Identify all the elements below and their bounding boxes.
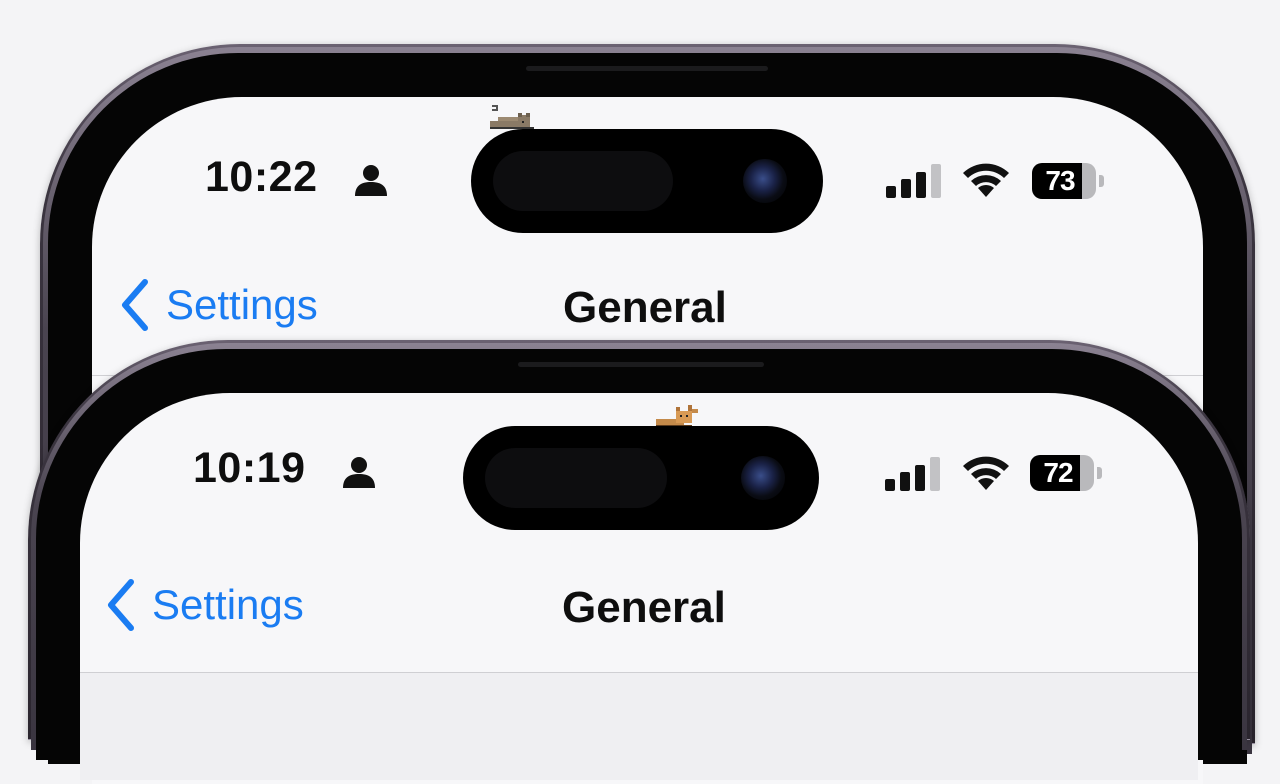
chevron-left-icon	[108, 579, 134, 631]
battery-icon: 73	[1032, 163, 1104, 199]
battery-percent: 72	[1043, 457, 1073, 488]
phone-front-screen: 10:19 72 Settings General	[80, 393, 1198, 780]
person-icon	[355, 165, 387, 196]
back-button-label: Settings	[166, 281, 318, 328]
island-activity	[493, 151, 673, 211]
back-button[interactable]: Settings	[106, 579, 304, 631]
status-time: 10:22	[205, 153, 318, 201]
earpiece-speaker	[526, 66, 768, 71]
pixel-cat-icon	[656, 405, 698, 427]
battery-icon: 72	[1030, 455, 1102, 491]
wifi-icon	[963, 456, 1009, 490]
battery-percent: 73	[1045, 165, 1075, 196]
page-title: General	[562, 583, 726, 632]
cellular-signal-icon	[885, 457, 940, 491]
pixel-cat-icon	[490, 105, 534, 129]
content-area	[80, 673, 1198, 780]
wifi-icon	[963, 163, 1009, 197]
phone-front: 10:19 72 Settings General	[28, 340, 1250, 780]
cellular-signal-icon	[886, 164, 941, 198]
back-button-label: Settings	[152, 581, 304, 628]
person-icon	[343, 457, 375, 488]
front-camera-icon	[741, 456, 785, 500]
earpiece-speaker	[518, 362, 764, 367]
dynamic-island	[463, 426, 819, 530]
page-title: General	[563, 283, 727, 332]
phone-front-bezel: 10:19 72 Settings General	[36, 349, 1242, 780]
dynamic-island	[471, 129, 823, 233]
front-camera-icon	[743, 159, 787, 203]
back-button[interactable]: Settings	[120, 279, 318, 331]
chevron-left-icon	[122, 279, 148, 331]
status-time: 10:19	[193, 444, 306, 492]
island-activity	[485, 448, 667, 508]
